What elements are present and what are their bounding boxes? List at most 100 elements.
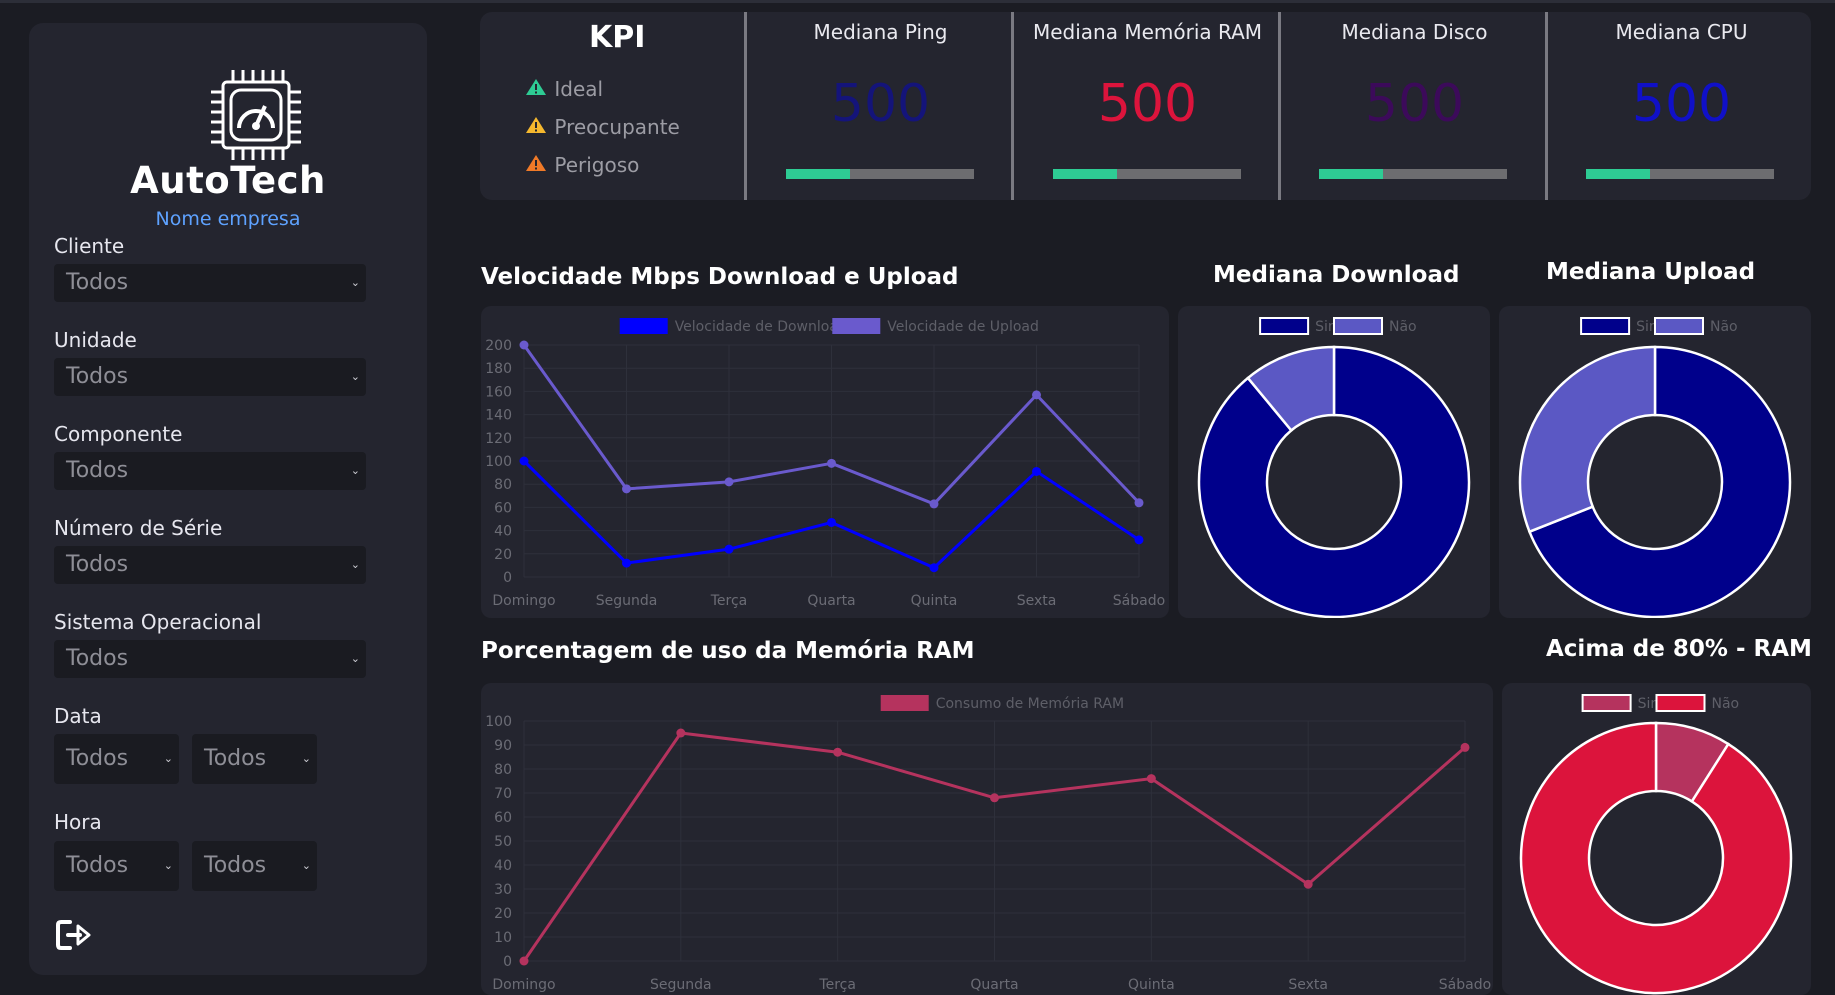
- data-point: [1032, 466, 1041, 476]
- legend-swatch: [1654, 317, 1704, 335]
- data-point: [519, 340, 529, 350]
- chevron-down-icon: ⌄: [350, 558, 360, 571]
- hora-to-select[interactable]: Todos ⌄: [192, 841, 317, 891]
- data-point: [1303, 879, 1313, 889]
- data-from-value: Todos: [66, 746, 129, 771]
- mediana-download-chart-panel: Sim Não: [1178, 306, 1490, 619]
- unidade-select-value: Todos: [66, 364, 129, 389]
- chart-title-acima-80-ram: Acima de 80% - RAM: [1546, 636, 1812, 662]
- y-tick-label: 90: [494, 738, 512, 754]
- data-point: [724, 477, 734, 487]
- y-tick-label: 40: [494, 524, 512, 540]
- legend-swatch: [832, 318, 881, 334]
- data-point: [622, 484, 631, 494]
- chart-legend: Velocidade de Download Velocidade de Uplo…: [619, 318, 1039, 335]
- y-tick-label: 20: [494, 906, 512, 922]
- kpi-card-value-cpu: 500: [1631, 74, 1732, 134]
- sistema-operacional-select[interactable]: Todos ⌄: [54, 640, 366, 678]
- kpi-card-title-ping: Mediana Ping: [813, 20, 948, 44]
- data-point: [990, 793, 999, 803]
- data-to-value: Todos: [204, 746, 267, 771]
- kpi-progress-fill: [1053, 169, 1117, 179]
- hora-from-select[interactable]: Todos ⌄: [54, 841, 179, 891]
- data-to-select[interactable]: Todos ⌄: [192, 734, 317, 784]
- y-tick-label: 140: [485, 408, 512, 424]
- legend-label: Não: [1710, 319, 1738, 335]
- data-point: [1134, 498, 1144, 508]
- chevron-down-icon: ⌄: [350, 652, 360, 665]
- data-point: [827, 458, 836, 468]
- data-point: [1460, 742, 1470, 752]
- legend-swatch: [1580, 317, 1631, 335]
- mediana-download-donut-chart: Sim Não: [1197, 317, 1471, 619]
- data-from-select[interactable]: Todos ⌄: [54, 734, 179, 784]
- x-tick-label: Segunda: [596, 593, 658, 609]
- chevron-down-icon: ⌄: [163, 859, 173, 872]
- filter-label-data: Data: [54, 704, 102, 728]
- data-point: [833, 747, 843, 757]
- kpi-card-value-ram: 500: [1097, 74, 1198, 134]
- data-point: [519, 956, 529, 966]
- logout-icon[interactable]: [54, 917, 94, 953]
- y-tick-label: 40: [494, 858, 512, 874]
- legend-label: Velocidade de Upload: [887, 319, 1039, 335]
- x-tick-label: Terça: [710, 593, 748, 609]
- kpi-legend-label: Ideal: [554, 77, 604, 101]
- x-tick-label: Sexta: [1017, 593, 1057, 609]
- velocidade-chart-panel: Velocidade de Download Velocidade de Uplo…: [481, 306, 1169, 618]
- x-tick-label: Quinta: [911, 593, 958, 609]
- y-tick-label: 20: [494, 547, 512, 563]
- data-point: [622, 558, 631, 568]
- data-point: [1032, 390, 1041, 400]
- chart-title-velocidade: Velocidade Mbps Download e Upload: [481, 264, 959, 290]
- componente-select[interactable]: Todos ⌄: [54, 452, 366, 490]
- legend-label: Velocidade de Download: [675, 319, 847, 335]
- y-tick-label: 0: [503, 954, 512, 970]
- kpi-legend-perigoso: Perigoso: [524, 153, 639, 177]
- unidade-select[interactable]: Todos ⌄: [54, 358, 366, 396]
- x-tick-label: Domingo: [492, 977, 555, 993]
- filter-label-numero-serie: Número de Série: [54, 516, 223, 540]
- numero-serie-select[interactable]: Todos ⌄: [54, 546, 366, 584]
- kpi-card-title-ram: Mediana Memória RAM: [1032, 20, 1263, 44]
- data-point: [1134, 535, 1144, 545]
- data-point: [929, 563, 939, 573]
- data-point: [519, 456, 529, 466]
- kpi-legend-label: Perigoso: [554, 153, 640, 177]
- data-point: [827, 517, 836, 527]
- kpi-card-title-cpu: Mediana CPU: [1615, 20, 1748, 44]
- warning-icon: [526, 117, 546, 133]
- x-tick-label: Segunda: [650, 977, 712, 993]
- y-tick-label: 30: [494, 882, 512, 898]
- chart-title-memoria-ram: Porcentagem de uso da Memória RAM: [481, 638, 975, 664]
- data-point: [929, 499, 939, 509]
- chevron-down-icon: ⌄: [301, 752, 311, 765]
- sistema-operacional-select-value: Todos: [66, 646, 129, 671]
- brand-name: AutoTech: [130, 159, 326, 202]
- kpi-progress-disco: [1319, 169, 1507, 179]
- hora-from-value: Todos: [66, 853, 129, 878]
- legend-swatch: [1259, 317, 1310, 335]
- y-tick-label: 160: [485, 384, 512, 400]
- filter-label-cliente: Cliente: [54, 234, 125, 258]
- y-tick-label: 0: [503, 570, 512, 586]
- filter-label-unidade: Unidade: [54, 328, 137, 352]
- data-point: [724, 544, 734, 554]
- kpi-legend-preocupante: Preocupante: [524, 115, 680, 139]
- kpi-legend-label: Preocupante: [554, 115, 680, 139]
- cliente-select[interactable]: Todos ⌄: [54, 264, 366, 302]
- y-tick-label: 80: [494, 477, 512, 493]
- x-tick-label: Quarta: [807, 593, 855, 609]
- y-tick-label: 200: [485, 338, 512, 354]
- mediana-upload-chart-panel: Sim Não: [1499, 306, 1811, 619]
- top-border: [0, 0, 1835, 3]
- y-tick-label: 100: [485, 714, 512, 730]
- memoria-ram-line-chart: Consumo de Memória RAM 0 10 20 30 40 50 60 70 80 9…: [485, 695, 1491, 993]
- y-tick-label: 100: [485, 454, 512, 470]
- x-tick-label: Quarta: [970, 977, 1018, 993]
- y-tick-label: 60: [494, 810, 512, 826]
- chart-title-mediana-upload: Mediana Upload: [1546, 259, 1756, 285]
- kpi-progress-fill: [786, 169, 850, 179]
- pie-slice-no: [1519, 721, 1793, 995]
- company-name[interactable]: Nome empresa: [29, 208, 427, 230]
